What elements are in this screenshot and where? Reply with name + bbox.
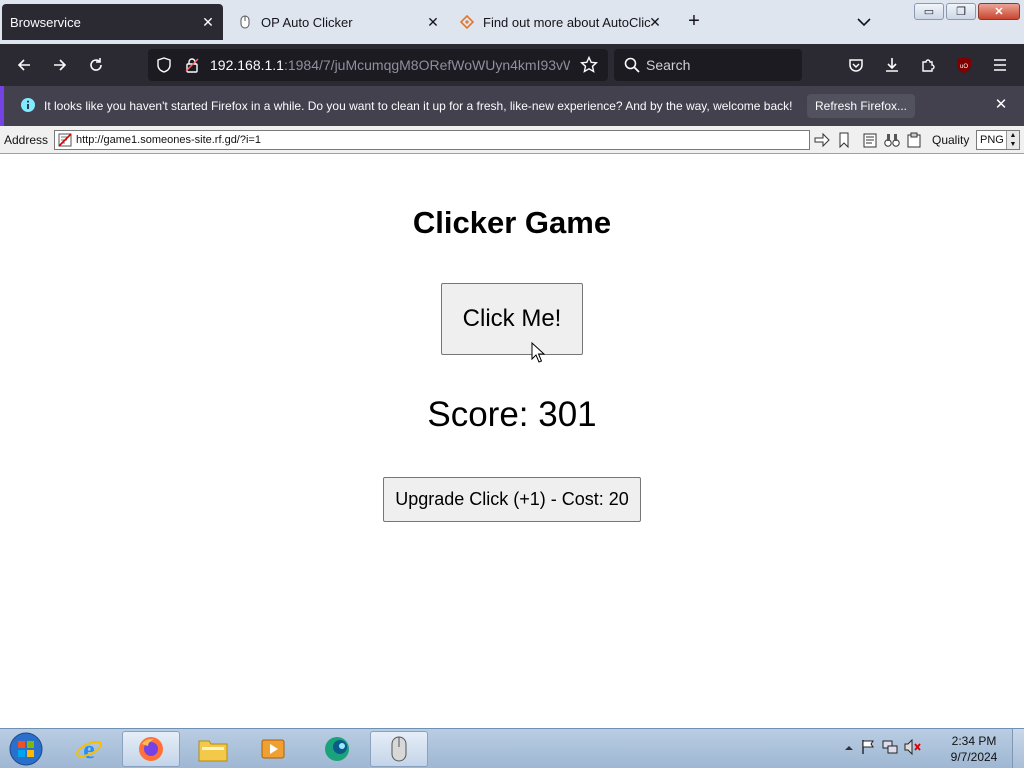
new-tab-plus-icon[interactable]: + [684,11,704,32]
click-me-button[interactable]: Click Me! [441,283,583,355]
clipboard-text-icon[interactable] [862,132,878,148]
app-bubble-icon [325,737,349,761]
go-arrow-icon[interactable] [814,132,830,148]
url-path: :1984/7/juMcumqgM8ORefWoWUyn4kmI93vW [283,57,570,73]
restore-icon: ❐ [956,6,966,18]
taskbar-op-auto-clicker[interactable] [370,731,428,767]
pocket-button[interactable] [844,53,868,77]
find-binoculars-icon[interactable] [884,132,900,148]
search-icon [624,57,640,78]
browservice-toolbar: Address http://game1.someones-site.rf.gd… [0,126,1024,154]
address-field[interactable]: http://game1.someones-site.rf.gd/?i=1 [54,130,810,150]
internet-explorer-icon: e [76,735,102,764]
puzzle-icon [922,59,935,72]
page-title: Clicker Game [412,205,612,240]
tab-label: OP Auto Clicker [261,14,353,30]
bookmark-icon[interactable] [836,132,852,149]
reload-icon [90,58,102,71]
folder-icon [198,740,228,762]
svg-text:e: e [83,735,95,764]
quality-value: PNG [980,134,1004,146]
tab-label: Browservice [10,14,81,30]
notification-message: It looks like you haven't started Firefo… [44,99,793,113]
search-placeholder: Search [646,57,691,73]
refresh-firefox-notification: It looks like you haven't started Firefo… [0,86,1024,126]
upgrade-click-button[interactable]: Upgrade Click (+1) - Cost: 20 [383,477,641,522]
reload-button[interactable] [84,53,108,77]
ublock-origin-button[interactable]: uO [952,53,976,77]
windows-taskbar: e 2:34 PM 9/7/2024 [0,728,1024,768]
windows-orb-icon [9,732,43,766]
diamond-icon [460,15,474,29]
action-center-flag-icon[interactable] [860,739,876,760]
quality-spinner-icon[interactable]: ▲ ▼ [1006,131,1019,149]
forward-button[interactable] [48,53,72,77]
bookmark-star-icon[interactable] [579,55,599,79]
show-hidden-icons-chevron-up-icon[interactable] [844,740,854,758]
svg-text:uO: uO [960,64,968,70]
web-page: Clicker Game Click Me! Score: 301 Upgrad… [0,155,1024,728]
quality-select[interactable]: PNG ▲ ▼ [976,130,1020,150]
arrow-right-icon [54,59,67,71]
tab-strip: Browservice ✕ OP Auto Clicker ✕ Find out… [0,0,1024,44]
score-display: Score: 301 [427,395,597,434]
extensions-button[interactable] [916,53,940,77]
taskbar-media-player[interactable] [244,731,302,767]
clock-time: 2:34 PM [951,734,997,748]
address-value: http://game1.someones-site.rf.gd/?i=1 [76,134,261,146]
firefox-icon [139,737,163,761]
ublock-shield-icon: uO [957,57,971,73]
refresh-firefox-button[interactable]: Refresh Firefox... [807,94,915,118]
address-label: Address [4,133,49,147]
tab-label: Find out more about AutoClick [483,14,651,30]
mouse-cursor-icon [531,342,545,363]
search-bar[interactable]: Search [614,49,802,81]
close-icon: ✕ [994,6,1004,18]
quality-label: Quality [932,133,970,147]
minimize-button[interactable]: ▭ [914,3,944,20]
tab-close-icon[interactable]: ✕ [424,13,442,31]
tab-find-out-more[interactable]: Find out more about AutoClick ✕ [450,4,668,40]
info-icon [20,97,36,118]
pocket-icon [849,59,863,72]
hamburger-menu-icon [994,59,1006,71]
window-controls: ▭ ❐ ✕ [914,3,1020,20]
arrow-left-icon [17,59,30,71]
download-icon [886,58,898,72]
volume-muted-icon[interactable] [904,738,922,760]
tab-close-icon[interactable]: ✕ [199,13,217,31]
taskbar-internet-explorer[interactable]: e [60,731,118,767]
system-tray [844,738,922,760]
restore-button[interactable]: ❐ [946,3,976,20]
list-all-tabs-chevron-down-icon[interactable] [854,13,874,31]
media-player-icon [261,739,285,759]
tab-op-auto-clicker[interactable]: OP Auto Clicker ✕ [228,4,448,40]
clock-date: 9/7/2024 [950,750,998,764]
clipboard-icon[interactable] [906,132,922,148]
start-button[interactable] [6,731,46,767]
taskbar-file-explorer[interactable] [184,731,242,767]
insecure-site-icon [58,133,72,152]
tracking-shield-icon[interactable] [156,57,172,78]
url-text[interactable]: 192.168.1.1:1984/7/juMcumqgM8ORefWoWUyn4… [210,57,570,73]
close-window-button[interactable]: ✕ [978,3,1020,20]
url-host: 192.168.1.1 [210,57,284,73]
url-bar[interactable]: 192.168.1.1:1984/7/juMcumqgM8ORefWoWUyn4… [148,49,608,81]
mouse-icon [391,736,407,762]
mouse-icon [238,15,252,29]
taskbar-clock[interactable]: 2:34 PM 9/7/2024 [944,733,1004,765]
tab-browservice[interactable]: Browservice ✕ [2,4,223,40]
insecure-lock-icon[interactable] [184,57,200,78]
back-button[interactable] [12,53,36,77]
tab-close-icon[interactable]: ✕ [646,13,664,31]
taskbar-app[interactable] [308,731,366,767]
taskbar-firefox[interactable] [122,731,180,767]
close-notification-icon[interactable]: ✕ [992,96,1010,114]
navigation-toolbar: 192.168.1.1:1984/7/juMcumqgM8ORefWoWUyn4… [0,44,1024,86]
app-menu-button[interactable] [988,53,1012,77]
minimize-icon: ▭ [923,6,935,18]
show-desktop-button[interactable] [1012,729,1024,768]
network-icon[interactable] [882,739,898,760]
downloads-button[interactable] [880,53,904,77]
